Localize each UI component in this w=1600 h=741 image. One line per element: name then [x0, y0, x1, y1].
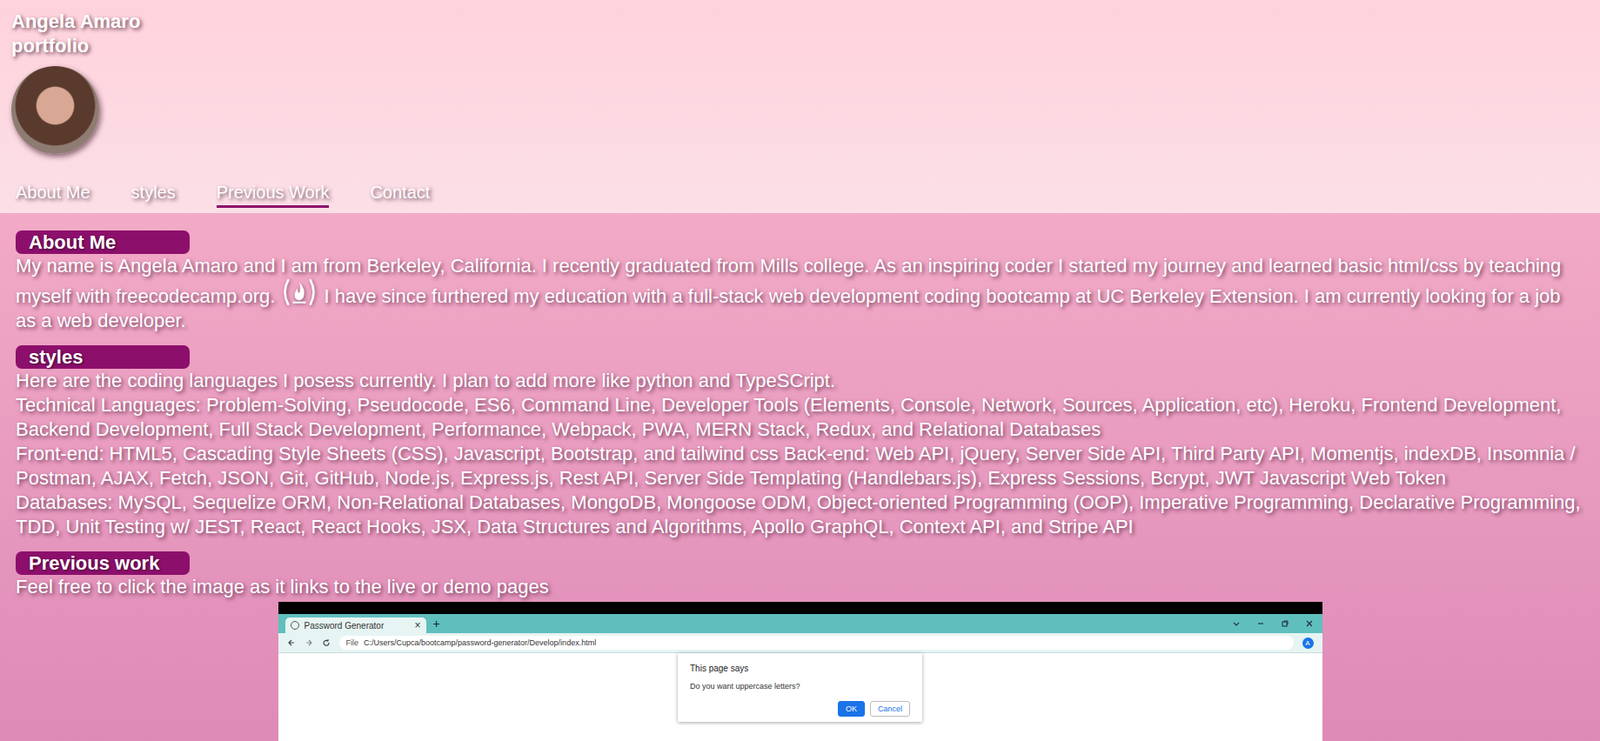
nav-link[interactable]: Previous Work [216, 181, 330, 208]
browser-tab: Password Generator × [285, 617, 427, 634]
restore-icon [1280, 619, 1290, 629]
about-text: My name is Angela Amaro and I am from Be… [15, 254, 1585, 334]
nav-link[interactable]: About Me [15, 181, 91, 208]
freecodecamp-icon [280, 278, 319, 307]
url-field: File C:/Users/Cupca/bootcamp/password-ge… [339, 635, 1294, 650]
new-tab-button: + [433, 616, 441, 631]
styles-section: styles Here are the coding languages I p… [15, 345, 1585, 540]
site-title: Angela Amaro portfolio [11, 9, 160, 59]
about-section: About Me My name is Angela Amaro and I a… [15, 230, 1585, 334]
portfolio-page: Angela Amaro portfolio About Me styles Pre… [0, 0, 1600, 741]
close-icon [1305, 619, 1314, 629]
section-heading: About Me [15, 230, 190, 255]
skills-line: Front-end: HTML5, Cascading Style Sheets… [15, 441, 1585, 491]
nav-link[interactable]: styles [131, 181, 176, 208]
section-heading: Previous work [15, 551, 190, 576]
previous-work-section: Previous work Feel free to click the ima… [15, 551, 1585, 741]
dialog-button[interactable]: OK [837, 701, 865, 717]
dialog-message: Do you want uppercase letters? [689, 682, 911, 691]
previous-work-text: Feel free to click the image as it links… [15, 575, 1585, 600]
alert-dialog: This page says Do you want uppercase let… [677, 653, 923, 723]
nav-link[interactable]: Contact [369, 181, 430, 208]
site-header: Angela Amaro portfolio About Me styles Pre… [0, 0, 1600, 214]
skills-line: Technical Languages: Problem-Solving, Ps… [15, 393, 1585, 442]
skills-line: Here are the coding languages I posess c… [15, 368, 1585, 394]
tab-title: Password Generator [304, 621, 410, 631]
minimize-icon [1256, 619, 1266, 629]
url-chip: File [346, 638, 360, 648]
url-text: C:/Users/Cupca/bootcamp/password-generat… [363, 638, 596, 648]
profile-photo [11, 66, 100, 154]
dialog-title: This page says [689, 663, 911, 674]
profile-badge: A [1302, 637, 1314, 650]
globe-icon [290, 621, 300, 630]
dialog-buttons: OK Cancel [689, 701, 911, 717]
tab-close: × [414, 619, 421, 632]
skills-line: Databases: MySQL, Sequelize ORM, Non-Rel… [15, 490, 1585, 540]
window-controls [1231, 619, 1323, 629]
chevron-icon [1231, 619, 1241, 629]
browser-content: This page says Do you want uppercase let… [278, 653, 1323, 741]
reload-icon [321, 638, 331, 648]
browser-tab-bar: Password Generator × + [278, 614, 1323, 634]
screenshot-top-bar [278, 602, 1323, 615]
nav-bar: About Me styles Previous Work Contact [11, 181, 1585, 208]
back-icon [287, 638, 296, 648]
dialog-button[interactable]: Cancel [870, 701, 911, 717]
main-content: About Me My name is Angela Amaro and I a… [0, 213, 1600, 741]
forward-icon [304, 638, 314, 648]
browser-address-bar: File C:/Users/Cupca/bootcamp/password-ge… [278, 633, 1323, 654]
project-screenshot[interactable]: Password Generator × + File C:/Users/Cup… [278, 602, 1323, 741]
section-heading: styles [15, 345, 190, 369]
